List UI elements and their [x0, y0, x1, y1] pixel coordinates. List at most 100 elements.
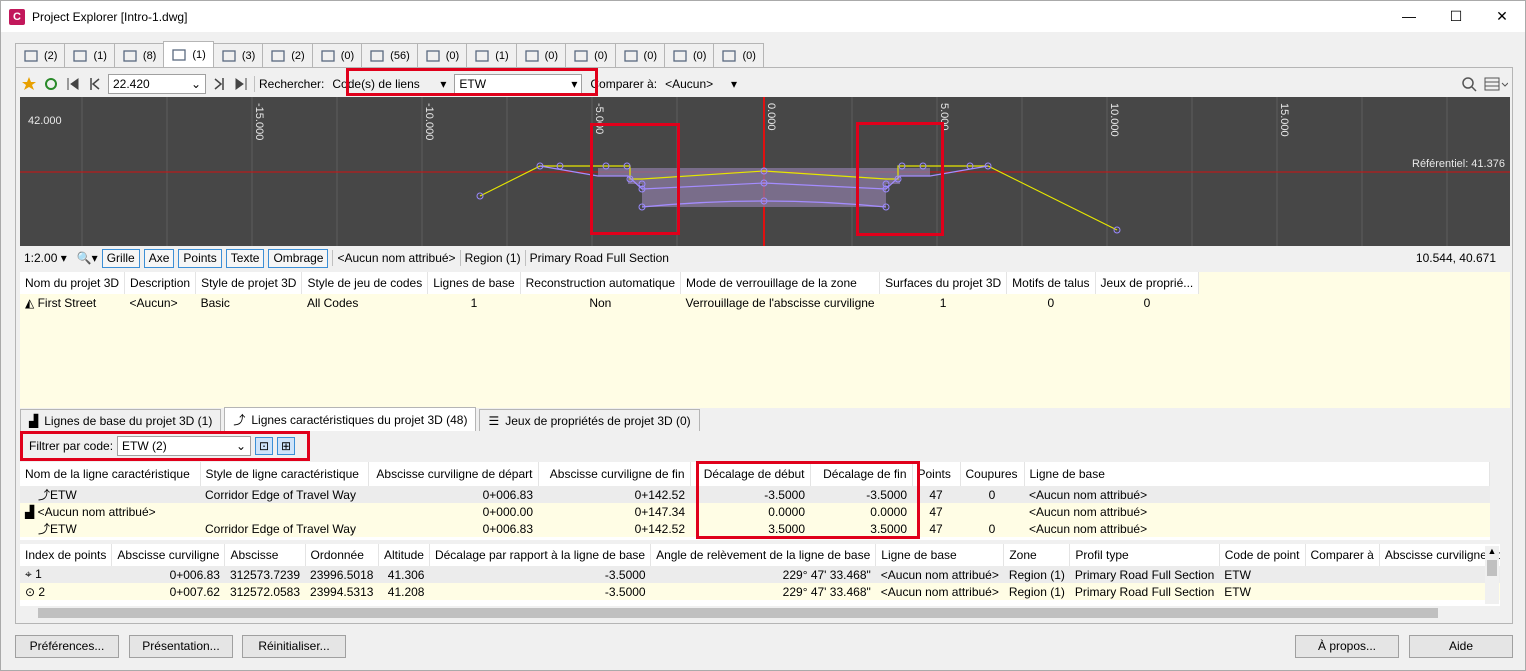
- table-row[interactable]: ◭ First Street <Aucun> Basic All Codes 1…: [20, 294, 1199, 311]
- col-header[interactable]: Code de point: [1219, 544, 1306, 566]
- col-header[interactable]: Nom du projet 3D: [20, 272, 126, 294]
- col-header[interactable]: Jeux de proprié...: [1095, 272, 1200, 294]
- last-station-icon[interactable]: [232, 75, 250, 93]
- col-header[interactable]: Altitude: [378, 544, 430, 566]
- section-viewport[interactable]: 42.000 Référentiel: 41.376 -15.000 -10.00…: [20, 97, 1510, 246]
- tab-feature-lines[interactable]: ⤴ Lignes caractéristiques du projet 3D (4…: [224, 407, 477, 431]
- reset-button[interactable]: Réinitialiser...: [242, 635, 346, 658]
- next-station-icon[interactable]: [210, 75, 228, 93]
- toggle-ombrage[interactable]: Ombrage: [268, 248, 329, 268]
- tab-sheet[interactable]: (0): [713, 43, 764, 67]
- scroll-thumb[interactable]: [1487, 560, 1497, 576]
- cell: -3.5000: [764, 487, 805, 502]
- tab-corridor[interactable]: (1): [163, 41, 214, 67]
- zoom-icon[interactable]: 🔍▾: [77, 251, 98, 265]
- corridor-table: Nom du projet 3D Description Style de pr…: [20, 272, 1510, 408]
- col-header[interactable]: Profil type: [1069, 544, 1220, 566]
- toggle-axe[interactable]: Axe: [143, 248, 175, 268]
- col-header[interactable]: Coupures: [960, 462, 1025, 486]
- col-header[interactable]: Abscisse: [224, 544, 306, 566]
- detail-tabs: ▟ Lignes de base du projet 3D (1) ⤴ Lignes…: [20, 407, 1510, 431]
- col-header[interactable]: Ordonnée: [305, 544, 379, 566]
- scroll-thumb[interactable]: [38, 608, 1438, 618]
- col-header[interactable]: Ligne de base: [1024, 462, 1490, 486]
- col-header[interactable]: Décalage de fin: [810, 462, 913, 486]
- col-header[interactable]: Ligne de base: [875, 544, 1005, 566]
- col-header[interactable]: Abscisse curviligne: [111, 544, 226, 566]
- col-header[interactable]: Surfaces du projet 3D: [879, 272, 1008, 294]
- col-header[interactable]: Index de points: [20, 544, 113, 566]
- col-header[interactable]: Style de projet 3D: [195, 272, 303, 294]
- table-row[interactable]: ⤴ETW Corridor Edge of Travel Way 0+006.8…: [20, 486, 1490, 503]
- tab-alignment[interactable]: (2): [15, 43, 66, 67]
- tab-pressure-network[interactable]: (0): [515, 43, 567, 67]
- tab-feature-line[interactable]: (0): [311, 43, 363, 67]
- help-button[interactable]: Aide: [1409, 635, 1513, 658]
- tab-profile[interactable]: (1): [64, 43, 115, 67]
- select-feature-icon[interactable]: ⊡: [255, 437, 274, 455]
- toggle-points[interactable]: Points: [178, 248, 222, 268]
- tab-sample-line[interactable]: (3): [212, 43, 264, 67]
- tab-parcel[interactable]: (0): [416, 43, 468, 67]
- table-row[interactable]: ⤴ETW Corridor Edge of Travel Way 0+006.8…: [20, 520, 1490, 537]
- col-header[interactable]: Abscisse curviligne comp: [1379, 544, 1500, 566]
- about-button[interactable]: À propos...: [1295, 635, 1399, 658]
- tab-count: (1): [93, 49, 107, 62]
- tab-pipe-network[interactable]: (1): [466, 43, 517, 67]
- zoom-feature-icon[interactable]: ⊞: [277, 437, 296, 455]
- table-row[interactable]: ⊙ 2 0+007.62 312572.0583 23994.5313 41.2…: [20, 583, 1500, 600]
- previous-station-icon[interactable]: [86, 75, 104, 93]
- col-header[interactable]: Mode de verrouillage de la zone: [680, 272, 881, 294]
- tab-point-group[interactable]: (0): [614, 43, 665, 67]
- col-header[interactable]: Abscisse curviligne de fin: [538, 462, 691, 486]
- compare-combo[interactable]: <Aucun> ▾: [661, 74, 741, 94]
- add-star-icon[interactable]: [20, 75, 38, 93]
- col-header[interactable]: Angle de relèvement de la ligne de base: [650, 544, 877, 566]
- tab-count: (0): [742, 49, 756, 62]
- close-button[interactable]: ✕: [1479, 1, 1525, 32]
- col-header[interactable]: Lignes de base: [427, 272, 521, 294]
- tab-assembly[interactable]: (56): [361, 43, 418, 67]
- col-header[interactable]: Motifs de talus: [1006, 272, 1096, 294]
- scroll-up-icon[interactable]: ▲: [1485, 546, 1499, 558]
- search-icon[interactable]: [1460, 75, 1478, 93]
- refresh-icon[interactable]: [42, 75, 60, 93]
- col-header[interactable]: Description: [124, 272, 197, 294]
- tab-label: Lignes caractéristiques du projet 3D (48…: [251, 412, 468, 427]
- vertical-scrollbar[interactable]: ▲: [1485, 546, 1499, 604]
- col-header[interactable]: Comparer à: [1305, 544, 1380, 566]
- table-row[interactable]: ▟ <Aucun nom attribué> 0+000.00 0+147.34…: [20, 503, 1490, 520]
- grid-view-icon[interactable]: [1482, 75, 1510, 93]
- tab-profile-view[interactable]: (8): [113, 43, 165, 67]
- horizontal-scrollbar[interactable]: [20, 606, 1484, 620]
- table-row[interactable]: ⌖ 1 0+006.83 312573.7239 23996.5018 41.3…: [20, 566, 1500, 583]
- col-header[interactable]: Style de ligne caractéristique: [200, 462, 369, 486]
- col-header[interactable]: Zone: [1003, 544, 1071, 566]
- preferences-button[interactable]: Préférences...: [15, 635, 119, 658]
- col-header[interactable]: Abscisse curviligne de départ: [368, 462, 539, 486]
- presentation-button[interactable]: Présentation...: [129, 635, 233, 658]
- tab-section-view[interactable]: (0): [565, 43, 616, 67]
- elevation-label: 42.000: [28, 115, 62, 127]
- search-type-combo[interactable]: Code(s) de liens ▾: [328, 74, 450, 94]
- tab-property-sets[interactable]: ☰ Jeux de propriétés de projet 3D (0): [479, 409, 700, 431]
- first-station-icon[interactable]: [64, 75, 82, 93]
- col-header[interactable]: Décalage par rapport à la ligne de base: [429, 544, 652, 566]
- scale-combo[interactable]: 1:2.00 ▾: [24, 251, 67, 265]
- tab-table[interactable]: (0): [664, 43, 715, 67]
- search-value-combo[interactable]: ETW ▾: [454, 73, 583, 94]
- cell: First Street: [37, 295, 97, 310]
- maximize-button[interactable]: ☐: [1433, 1, 1479, 32]
- col-header[interactable]: Points: [912, 462, 961, 486]
- minimize-button[interactable]: —: [1386, 1, 1432, 32]
- toggle-texte[interactable]: Texte: [225, 248, 265, 268]
- tab-baselines[interactable]: ▟ Lignes de base du projet 3D (1): [20, 409, 222, 431]
- tab-surface[interactable]: (2): [262, 43, 313, 67]
- filter-code-combo[interactable]: ETW (2) ⌄: [117, 436, 252, 456]
- station-combo[interactable]: 22.420 ⌄: [108, 73, 206, 94]
- col-header[interactable]: Nom de la ligne caractéristique: [20, 462, 201, 486]
- toggle-grille[interactable]: Grille: [101, 248, 140, 268]
- col-header[interactable]: Décalage de début: [690, 462, 811, 486]
- col-header[interactable]: Style de jeu de codes: [301, 272, 429, 294]
- col-header[interactable]: Reconstruction automatique: [520, 272, 682, 294]
